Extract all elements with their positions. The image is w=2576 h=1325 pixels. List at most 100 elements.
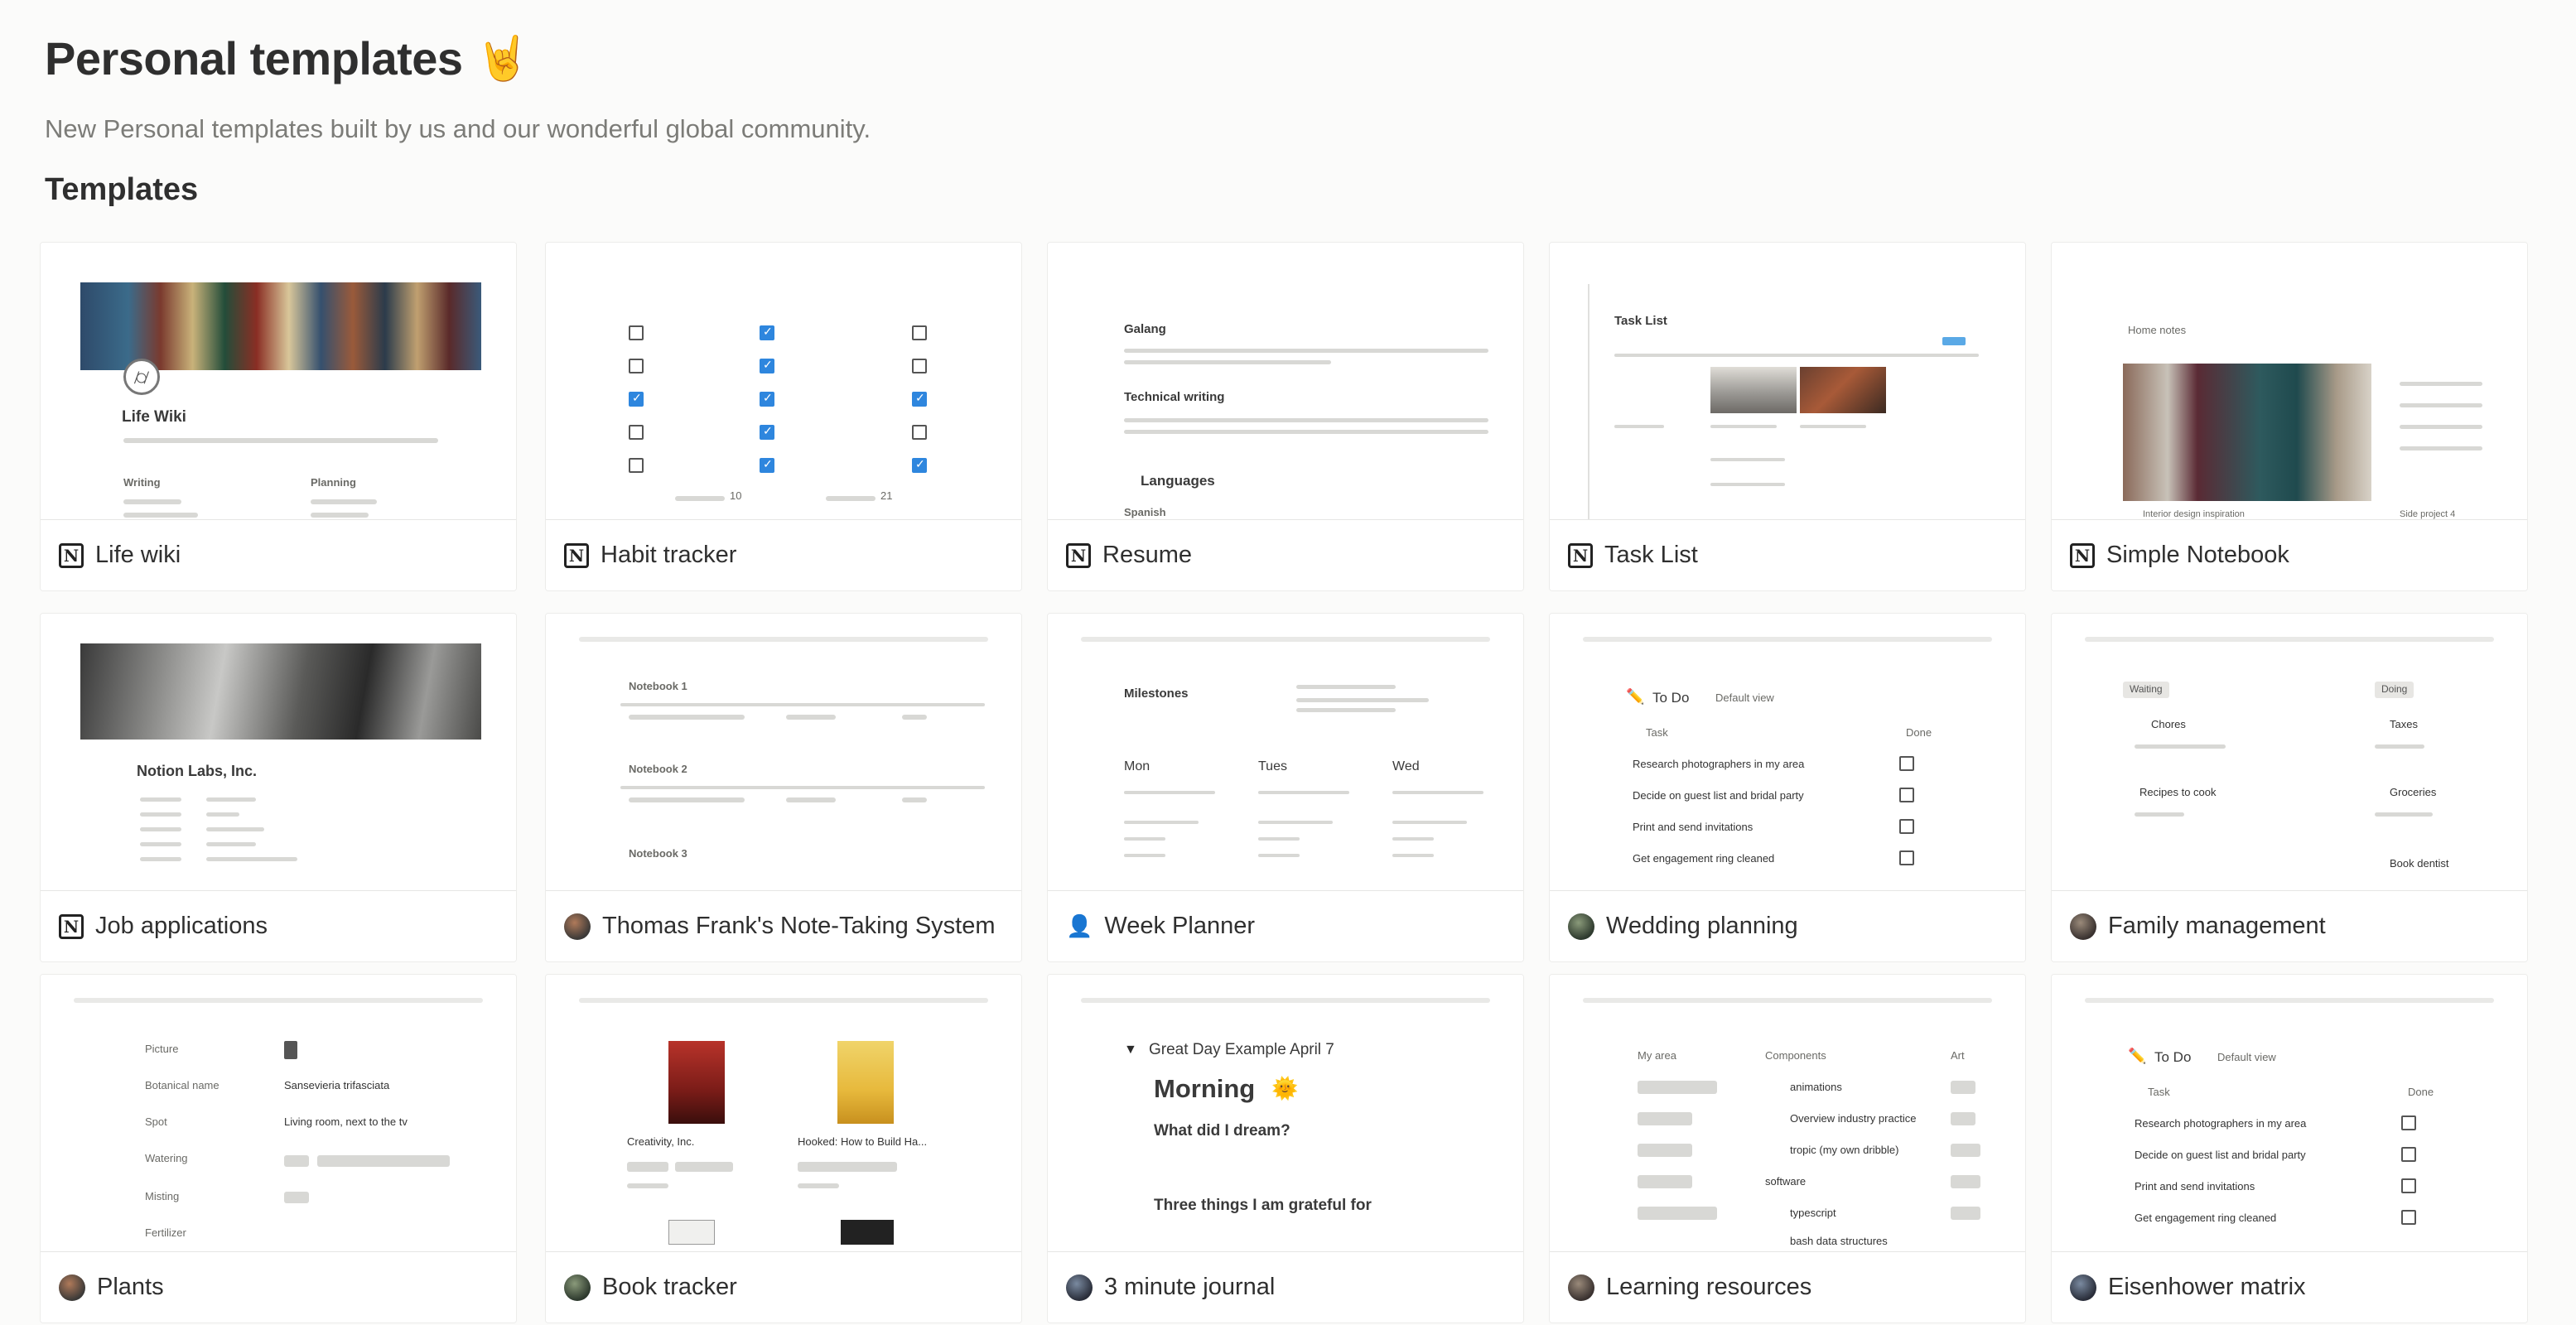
template-name: Week Planner	[1104, 913, 1255, 939]
book-title-1: Creativity, Inc.	[627, 1135, 695, 1148]
avatar-icon	[1568, 1274, 1594, 1301]
notebook-title: Home notes	[2128, 324, 2187, 336]
template-name: Eisenhower matrix	[2108, 1274, 2306, 1300]
card-footer[interactable]: 3 minute journal	[1048, 1251, 1523, 1323]
card-preview: Notebook 1 Notebook 2 Notebook 3	[546, 614, 1021, 885]
template-card-habit-tracker[interactable]: 10 21 N Habit tracker	[545, 242, 1022, 591]
milestones-heading: Milestones	[1124, 687, 1189, 701]
todo-row-1: Research photographers in my area	[1633, 758, 1805, 770]
card-footer[interactable]: N Job applications	[41, 890, 516, 961]
learning-col-2: Components	[1765, 1049, 1826, 1062]
resume-heading-1: Galang	[1124, 322, 1166, 336]
col-done: Done	[2408, 1086, 2434, 1098]
family-item-dentist: Book dentist	[2390, 857, 2449, 870]
interior-image	[2123, 364, 2371, 501]
template-card-learning-resources[interactable]: My area Components Art animations Overvi…	[1549, 974, 2026, 1323]
template-card-book-tracker[interactable]: Creativity, Inc. Hooked: How to Build Ha…	[545, 974, 1022, 1323]
preview-title: Life Wiki	[122, 408, 186, 426]
card-footer[interactable]: 👤 Week Planner	[1048, 890, 1523, 961]
card-footer[interactable]: Thomas Frank's Note-Taking System	[546, 890, 1021, 961]
job-company-title: Notion Labs, Inc.	[137, 763, 258, 779]
sun-icon: 🌞	[1271, 1076, 1299, 1101]
template-card-eisenhower-matrix[interactable]: ✏️ To Do Default view Task Done Research…	[2051, 974, 2528, 1323]
plant-thumbnail	[284, 1041, 297, 1059]
family-item-chores: Chores	[2151, 718, 2186, 730]
book-cover-creativity	[668, 1041, 725, 1124]
day-tues: Tues	[1258, 759, 1287, 773]
todo-view: Default view	[1715, 691, 1774, 704]
template-name: Family management	[2108, 913, 2326, 939]
plant-label-spot: Spot	[145, 1115, 167, 1128]
notebook-1-label: Notebook 1	[629, 680, 687, 692]
learning-row-3: tropic (my own dribble)	[1790, 1144, 1899, 1156]
resume-heading-2: Technical writing	[1124, 390, 1225, 404]
template-card-job-applications[interactable]: Notion Labs, Inc. N Job applications	[40, 613, 517, 962]
template-card-wedding-planning[interactable]: ✏️ To Do Default view Task Done Research…	[1549, 613, 2026, 962]
family-item-groceries: Groceries	[2390, 786, 2437, 798]
card-footer[interactable]: N Resume	[1048, 519, 1523, 590]
todo-row-2: Decide on guest list and bridal party	[2135, 1149, 2306, 1161]
card-footer[interactable]: N Life wiki	[41, 519, 516, 590]
template-name: Job applications	[95, 913, 268, 939]
card-preview: Waiting Doing Chores Taxes Recipes to co…	[2052, 614, 2527, 885]
notion-icon: N	[1066, 542, 1091, 568]
template-card-thomas-frank[interactable]: Notebook 1 Notebook 2 Notebook 3 Thomas …	[545, 613, 1022, 962]
plant-value-botanical: Sansevieria trifasciata	[284, 1079, 390, 1091]
col-task: Task	[1646, 726, 1668, 739]
card-footer[interactable]: Plants	[41, 1251, 516, 1323]
notion-icon: N	[564, 542, 589, 568]
template-card-family-management[interactable]: Waiting Doing Chores Taxes Recipes to co…	[2051, 613, 2528, 962]
card-preview: Galang Technical writing Languages Spani…	[1048, 243, 1523, 521]
template-name: Life wiki	[95, 542, 181, 568]
plant-label-picture: Picture	[145, 1043, 179, 1055]
template-card-3-minute-journal[interactable]: ▼ Great Day Example April 7 Morning 🌞 Wh…	[1047, 974, 1524, 1323]
template-card-resume[interactable]: Galang Technical writing Languages Spani…	[1047, 242, 1524, 591]
status-waiting: Waiting	[2123, 682, 2169, 698]
card-preview: ⌭ Life Wiki Writing Planning	[41, 243, 516, 521]
card-preview: ▼ Great Day Example April 7 Morning 🌞 Wh…	[1048, 975, 1523, 1246]
avatar-icon	[59, 1274, 85, 1301]
avatar-icon	[1066, 1274, 1093, 1301]
learning-col-3: Art	[1951, 1049, 1965, 1062]
card-footer[interactable]: Eisenhower matrix	[2052, 1251, 2527, 1323]
avatar-icon	[1568, 913, 1594, 940]
section-heading: Templates	[45, 172, 199, 207]
card-footer[interactable]: Wedding planning	[1550, 890, 2025, 961]
card-preview: Creativity, Inc. Hooked: How to Build Ha…	[546, 975, 1021, 1246]
template-card-life-wiki[interactable]: ⌭ Life Wiki Writing Planning N Life wiki	[40, 242, 517, 591]
book-title-2: Hooked: How to Build Ha...	[798, 1135, 928, 1148]
page-title: Personal templates 🤘	[45, 31, 529, 85]
todo-title: To Do	[1652, 690, 1690, 706]
pencil-icon: ✏️	[2128, 1048, 2147, 1064]
page-subtitle: New Personal templates built by us and o…	[45, 114, 871, 143]
notebook-caption-1: Interior design inspiration	[2143, 509, 2245, 519]
journal-title: Great Day Example April 7	[1149, 1041, 1334, 1058]
todo-title: To Do	[2154, 1049, 2192, 1065]
card-preview: ✏️ To Do Default view Task Done Research…	[2052, 975, 2527, 1246]
template-name: Learning resources	[1606, 1274, 1812, 1300]
plant-label-watering: Watering	[145, 1152, 188, 1164]
card-footer[interactable]: N Habit tracker	[546, 519, 1021, 590]
card-footer[interactable]: N Task List	[1550, 519, 2025, 590]
card-footer[interactable]: Book tracker	[546, 1251, 1021, 1323]
todo-row-2: Decide on guest list and bridal party	[1633, 789, 1804, 802]
card-preview: Home notes Interior design inspiration S…	[2052, 243, 2527, 521]
template-name: Habit tracker	[601, 542, 737, 568]
template-card-week-planner[interactable]: Milestones Mon Tues Wed 👤 Week Planner	[1047, 613, 1524, 962]
template-card-plants[interactable]: Picture Botanical name Sansevieria trifa…	[40, 974, 517, 1323]
card-preview: My area Components Art animations Overvi…	[1550, 975, 2025, 1246]
card-footer[interactable]: Family management	[2052, 890, 2527, 961]
notion-icon: N	[2070, 542, 2095, 568]
card-footer[interactable]: N Simple Notebook	[2052, 519, 2527, 590]
card-preview: Picture Botanical name Sansevieria trifa…	[41, 975, 516, 1246]
template-card-simple-notebook[interactable]: Home notes Interior design inspiration S…	[2051, 242, 2528, 591]
plant-label-misting: Misting	[145, 1190, 180, 1202]
avatar-icon	[564, 913, 591, 940]
learning-row-4: software	[1765, 1175, 1807, 1188]
template-card-task-list[interactable]: Task List N Task List	[1549, 242, 2026, 591]
day-wed: Wed	[1392, 759, 1420, 773]
card-footer[interactable]: Learning resources	[1550, 1251, 2025, 1323]
journal-question-2: Three things I am grateful for	[1154, 1197, 1372, 1214]
template-name: Book tracker	[602, 1274, 737, 1300]
todo-row-1: Research photographers in my area	[2135, 1117, 2307, 1130]
